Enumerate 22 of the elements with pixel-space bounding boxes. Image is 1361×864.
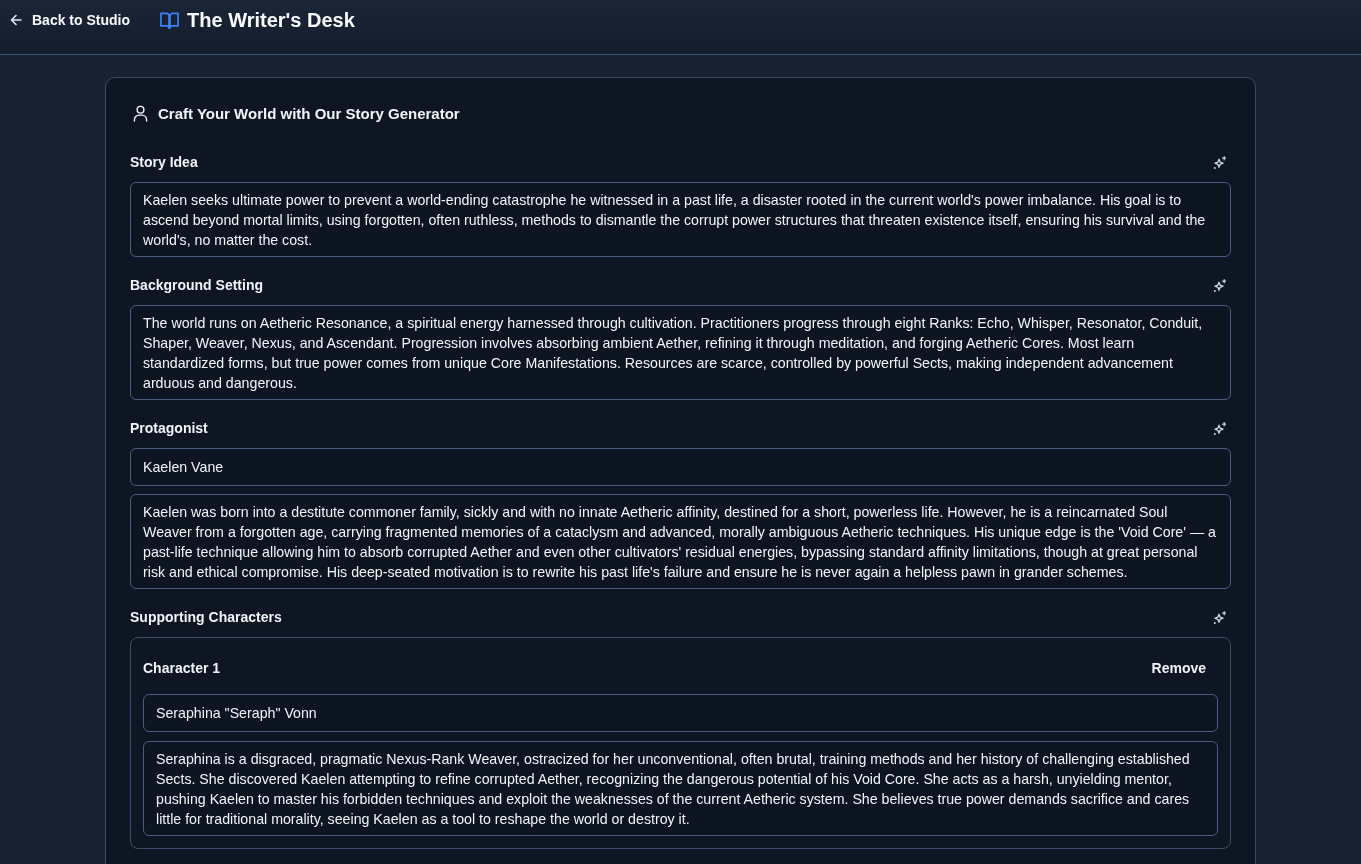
field-label: Background Setting: [130, 277, 263, 293]
description-field[interactable]: Seraphina is a disgraced, pragmatic Nexus-Rank Weaver, ostracized for her unconventional, often brutal, training methods and her history of challenging established Sects. She discovered Kaelen attempting to refine corrupted Aether, recognizing the dangerous potential of his Void Core. She acts as a harsh, unyielding mentor, pushing Kaelen to master his forbidden techniques and exploit the weaknesses of the current Aetheric system. She believes true power demands sacrifice and cares little for traditional morality, seeing Kaelen as a tool to reshape the world or destroy it.: [143, 741, 1218, 836]
name-input[interactable]: Kaelen Vane: [130, 448, 1231, 486]
remove-button[interactable]: Remove: [1139, 650, 1218, 686]
sparkle-icon: [1212, 278, 1226, 292]
sparkle-icon: [1212, 421, 1226, 435]
name-input[interactable]: Seraphina "Seraph" Vonn: [143, 694, 1218, 732]
back-arrow-icon: [10, 14, 22, 26]
card-title: Craft Your World with Our Story Generator: [158, 104, 460, 122]
sparkle-icon: [1212, 155, 1226, 169]
field-label: Story Idea: [130, 154, 198, 170]
text-area-field[interactable]: The world runs on Aetheric Resonance, a spiritual energy harnessed through cultivation. Practitioners progress through eight Ranks: Echo, Whisper, Resonator, Conduit, Shaper, Weaver, Nexus, and Ascendant. Progression involves absorbing ambient Aether, refining it through meditation, and forging Aetheric Cores. Most learn standardized forms, but true power comes from unique Core Manifestations. Resources are scarce, controlled by powerful Sects, making independent advancement arduous and dangerous.: [130, 305, 1231, 400]
user-icon: [133, 104, 148, 122]
page-title: The Writer's Desk: [187, 8, 355, 32]
back-link[interactable]: Back to Studio: [10, 9, 130, 31]
character-heading: Character 1: [143, 660, 221, 676]
sparkle-icon: [1212, 610, 1226, 624]
field-label: Supporting Characters: [130, 609, 282, 625]
text-area-field[interactable]: Kaelen seeks ultimate power to prevent a world-ending catastrophe he witnessed in a past life, a disaster rooted in the current world's power imbalance. His goal is to ascend beyond mortal limits, using forgotten, often ruthless, methods to dismantle the corrupt power structures that threaten existence itself, ensuring his survival and the world's, no matter the cost.: [130, 182, 1231, 257]
field-label: Protagonist: [130, 420, 208, 436]
book-icon: [160, 10, 179, 30]
description-field[interactable]: Kaelen was born into a destitute commoner family, sickly and with no innate Aetheric affinity, destined for a short, powerless life. However, he is a reincarnated Soul Weaver from a forgotten age, carrying fragmented memories of a cataclysm and advanced, morally ambiguous Aetheric techniques. His unique edge is the 'Void Core' — a past-life technique allowing him to absorb corrupted Aether and even other cultivators' residual energies, bypassing standard affinity limitations, though at great personal risk and ethical compromise. His deep-seated motivation is to rewrite his past life's failure and ensure he is never again a helpless pawn in grander schemes.: [130, 494, 1231, 589]
